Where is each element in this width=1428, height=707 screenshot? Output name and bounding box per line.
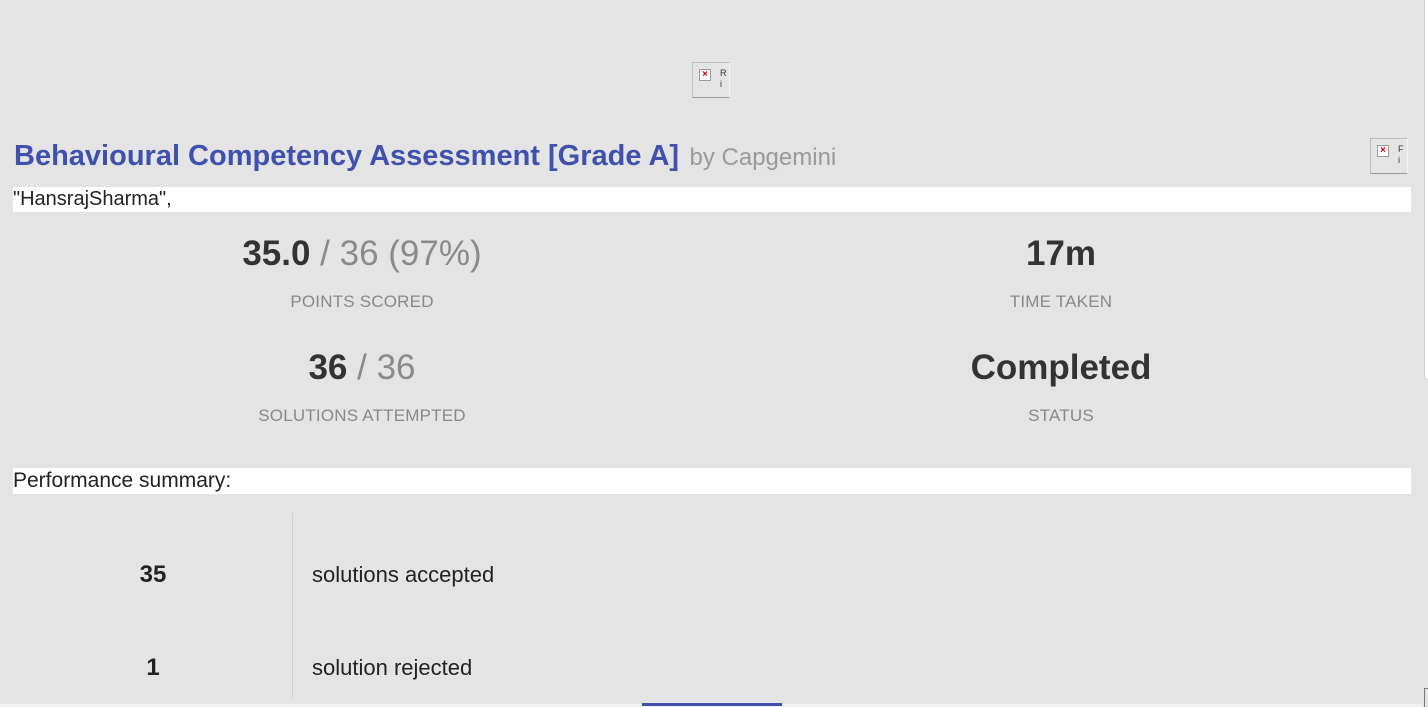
scrollbar-thumb[interactable] [1424,0,1428,378]
status-stat: Completed STATUS [831,348,1291,426]
broken-image-icon: × [699,69,711,81]
logo-image-placeholder: × R i [692,62,730,98]
accepted-count: 35 [139,561,167,588]
rejected-text: solution rejected [312,655,473,680]
points-scored-stat: 35.0 / 36 (97%) POINTS SCORED [132,234,592,312]
logo-alt-text: R i [720,68,727,89]
status-value: Completed [970,348,1152,387]
points-value: 35.0 [242,234,311,273]
summary-row-accepted: 35 solutions accepted [13,555,1411,595]
bottom-tab-indicator[interactable] [642,703,782,706]
assessment-header: Behavioural Competency Assessment [Grade… [14,140,836,173]
assessment-byline: by Capgemini [689,144,837,171]
summary-row-rejected: 1 solution rejected [13,648,1411,688]
status-label: STATUS [1028,406,1094,425]
broken-image-icon: × [1377,145,1389,157]
scrollbar-end [1424,688,1428,707]
solutions-total: / 36 [347,348,416,387]
time-value: 17m [1025,234,1097,273]
points-label: POINTS SCORED [290,292,434,311]
points-total: / 36 (97%) [310,234,482,273]
time-taken-stat: 17m TIME TAKEN [831,234,1291,312]
solutions-attempted-stat: 36 / 36 SOLUTIONS ATTEMPTED [132,348,592,426]
side-image-placeholder: × F i [1370,138,1408,174]
solutions-value: 36 [308,348,348,387]
side-image-alt-text: F i [1398,144,1404,165]
rejected-count: 1 [146,654,160,681]
candidate-name: "HansrajSharma", [13,187,1411,212]
accepted-text: solutions accepted [312,562,495,587]
time-label: TIME TAKEN [1009,292,1113,311]
solutions-label: SOLUTIONS ATTEMPTED [258,406,466,425]
solutions-value-line: 36 / 36 [132,348,592,388]
performance-summary-heading: Performance summary: [13,468,1411,494]
assessment-title: Behavioural Competency Assessment [Grade… [14,140,680,172]
points-value-line: 35.0 / 36 (97%) [132,234,592,274]
